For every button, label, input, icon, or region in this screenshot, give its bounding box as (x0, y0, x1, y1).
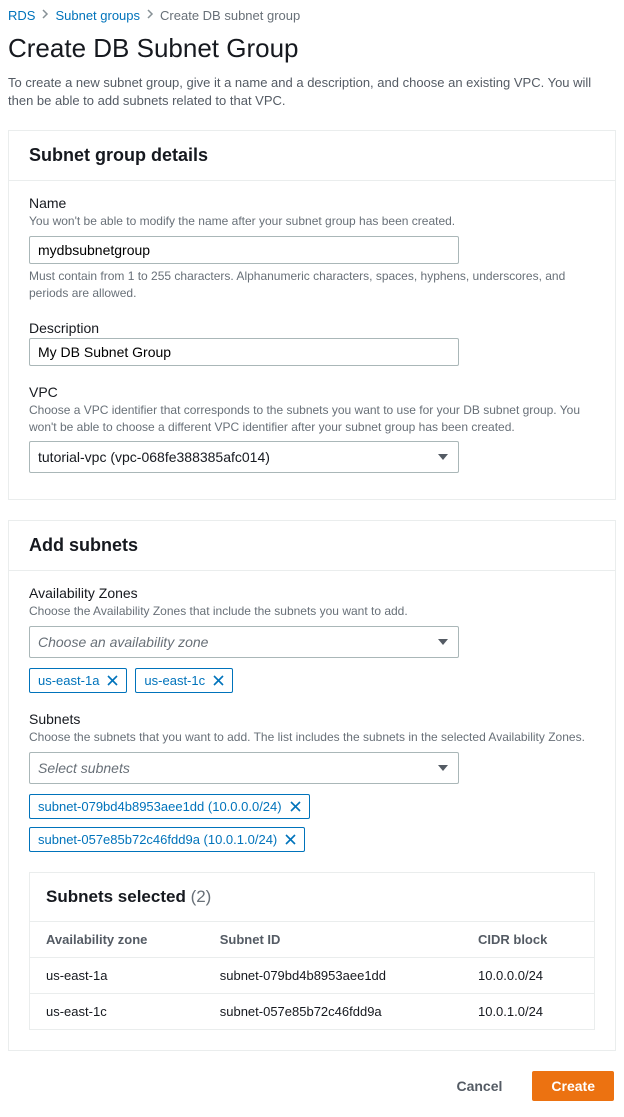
col-az: Availability zone (30, 921, 204, 957)
table-row: us-east-1c subnet-057e85b72c46fdd9a 10.0… (30, 993, 594, 1029)
subnet-tags: subnet-079bd4b8953aee1dd (10.0.0.0/24) (29, 794, 595, 819)
az-tag: us-east-1c (135, 668, 233, 693)
panel-subnet-group-details: Subnet group details Name You won't be a… (8, 130, 616, 500)
panel-header: Subnet group details (9, 131, 615, 181)
vpc-hint: Choose a VPC identifier that corresponds… (29, 402, 595, 436)
subnet-tag: subnet-057e85b72c46fdd9a (10.0.1.0/24) (29, 827, 305, 852)
cancel-button[interactable]: Cancel (438, 1071, 520, 1101)
description-input[interactable] (29, 338, 459, 366)
col-subnet-id: Subnet ID (204, 921, 462, 957)
create-button[interactable]: Create (532, 1071, 614, 1101)
table-row: us-east-1a subnet-079bd4b8953aee1dd 10.0… (30, 957, 594, 993)
name-input[interactable] (29, 236, 459, 264)
description-label: Description (29, 320, 595, 336)
name-hint-below: Must contain from 1 to 255 characters. A… (29, 268, 595, 302)
name-hint-above: You won't be able to modify the name aft… (29, 213, 595, 230)
az-label: Availability Zones (29, 585, 595, 601)
vpc-label: VPC (29, 384, 595, 400)
footer-actions: Cancel Create (8, 1071, 616, 1101)
subnets-selected-table: Subnets selected (2) Availability zone S… (29, 872, 595, 1030)
page-description: To create a new subnet group, give it a … (8, 74, 616, 110)
az-select[interactable]: Choose an availability zone (29, 626, 459, 658)
subnets-label: Subnets (29, 711, 595, 727)
breadcrumb-root[interactable]: RDS (8, 8, 35, 23)
vpc-select[interactable]: tutorial-vpc (vpc-068fe388385afc014) (29, 441, 459, 473)
cell-subnet-id: subnet-079bd4b8953aee1dd (204, 957, 462, 993)
chevron-right-icon (146, 9, 154, 22)
chevron-down-icon (438, 454, 448, 460)
subnet-tags: subnet-057e85b72c46fdd9a (10.0.1.0/24) (29, 827, 595, 852)
close-icon[interactable] (290, 801, 301, 812)
az-select-placeholder: Choose an availability zone (38, 634, 208, 650)
cell-az: us-east-1c (30, 993, 204, 1029)
subnet-tag: subnet-079bd4b8953aee1dd (10.0.0.0/24) (29, 794, 310, 819)
close-icon[interactable] (213, 675, 224, 686)
panel-header: Add subnets (9, 521, 615, 571)
page-title: Create DB Subnet Group (8, 33, 616, 64)
col-cidr: CIDR block (462, 921, 594, 957)
close-icon[interactable] (285, 834, 296, 845)
subnets-select[interactable]: Select subnets (29, 752, 459, 784)
close-icon[interactable] (107, 675, 118, 686)
subnets-selected-header: Subnets selected (2) (30, 873, 594, 921)
az-tags: us-east-1a us-east-1c (29, 668, 595, 693)
subnets-hint: Choose the subnets that you want to add.… (29, 729, 595, 746)
cell-cidr: 10.0.0.0/24 (462, 957, 594, 993)
vpc-select-value: tutorial-vpc (vpc-068fe388385afc014) (38, 449, 270, 465)
az-tag-label: us-east-1a (38, 673, 99, 688)
cell-cidr: 10.0.1.0/24 (462, 993, 594, 1029)
cell-az: us-east-1a (30, 957, 204, 993)
subnets-selected-title: Subnets selected (46, 887, 186, 906)
subnet-tag-label: subnet-057e85b72c46fdd9a (10.0.1.0/24) (38, 832, 277, 847)
cell-subnet-id: subnet-057e85b72c46fdd9a (204, 993, 462, 1029)
breadcrumb-parent[interactable]: Subnet groups (55, 8, 140, 23)
az-tag: us-east-1a (29, 668, 127, 693)
subnet-tag-label: subnet-079bd4b8953aee1dd (10.0.0.0/24) (38, 799, 282, 814)
name-label: Name (29, 195, 595, 211)
breadcrumb: RDS Subnet groups Create DB subnet group (8, 4, 616, 29)
chevron-down-icon (438, 639, 448, 645)
az-hint: Choose the Availability Zones that inclu… (29, 603, 595, 620)
chevron-down-icon (438, 765, 448, 771)
panel-add-subnets: Add subnets Availability Zones Choose th… (8, 520, 616, 1051)
subnets-select-placeholder: Select subnets (38, 760, 130, 776)
az-tag-label: us-east-1c (144, 673, 205, 688)
subnets-selected-count: (2) (191, 887, 212, 906)
chevron-right-icon (41, 9, 49, 22)
breadcrumb-current: Create DB subnet group (160, 8, 300, 23)
